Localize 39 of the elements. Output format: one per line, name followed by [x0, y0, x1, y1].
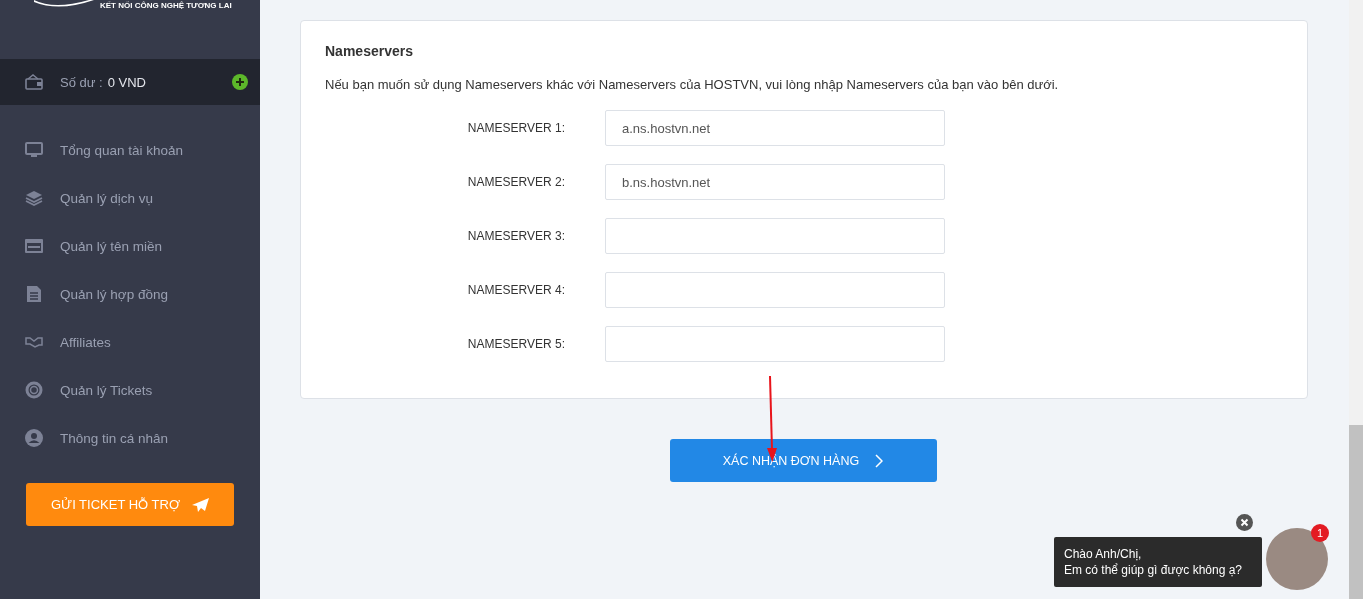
sidebar-item[interactable]: Tổng quan tài khoản — [0, 126, 260, 174]
confirm-order-button[interactable]: XÁC NHẬN ĐƠN HÀNG — [669, 439, 937, 482]
field-label: NAMESERVER 5: — [466, 337, 565, 351]
field-label: NAMESERVER 4: — [466, 283, 565, 297]
sidebar-item[interactable]: Affiliates — [0, 318, 260, 366]
wallet-icon — [25, 74, 43, 90]
description-text: Nếu bạn muốn sử dụng Nameservers khác với Nameservers của HOSTVN, vui lòng nhập Nameservers của bạn vào bên dưới. — [325, 77, 1060, 92]
user-icon — [25, 429, 43, 447]
paper-plane-icon — [192, 497, 210, 512]
sidebar-item[interactable]: Quản lý Tickets — [0, 366, 260, 414]
balance-value: 0 VND — [107, 74, 147, 90]
browser-window-icon — [25, 239, 43, 253]
section-title: Nameservers — [325, 43, 414, 59]
sidebar-item[interactable]: Quản lý tên miền — [0, 222, 260, 270]
input-field[interactable] — [605, 218, 945, 254]
sidebar-item[interactable]: Thông tin cá nhân — [0, 414, 260, 462]
input-field[interactable]: b.ns.hostvn.net — [605, 164, 945, 200]
input-field[interactable]: a.ns.hostvn.net — [605, 110, 945, 146]
chevron-right-icon — [875, 453, 884, 468]
field-label: NAMESERVER 3: — [466, 229, 565, 243]
monitor-icon — [25, 142, 43, 158]
logo-tagline: KẾT NỐI CÔNG NGHỆ TƯƠNG LAI — [100, 1, 232, 11]
support-ticket-button[interactable]: GỬI TICKET HỖ TRỢ — [26, 483, 234, 526]
scrollbar[interactable] — [1349, 0, 1363, 599]
field-label: NAMESERVER 1: — [466, 121, 565, 135]
lifebuoy-icon — [25, 381, 43, 399]
notification-badge: 1 — [1311, 524, 1329, 542]
document-icon — [25, 285, 43, 303]
input-field[interactable] — [605, 272, 945, 308]
sidebar-item[interactable]: Quản lý hợp đồng — [0, 270, 260, 318]
close-icon[interactable] — [1236, 514, 1253, 531]
layers-icon — [25, 190, 43, 206]
balance-label: Số dư : — [60, 74, 103, 90]
logo-swoosh-icon — [34, 0, 94, 8]
input-field[interactable] — [605, 326, 945, 362]
field-label: NAMESERVER 2: — [466, 175, 565, 189]
sidebar-item[interactable]: Quản lý dịch vụ — [0, 174, 260, 222]
add-funds-icon[interactable] — [232, 74, 248, 90]
chat-message: Chào Anh/Chị, Em có thể giúp gì được không ạ? — [1054, 537, 1262, 587]
